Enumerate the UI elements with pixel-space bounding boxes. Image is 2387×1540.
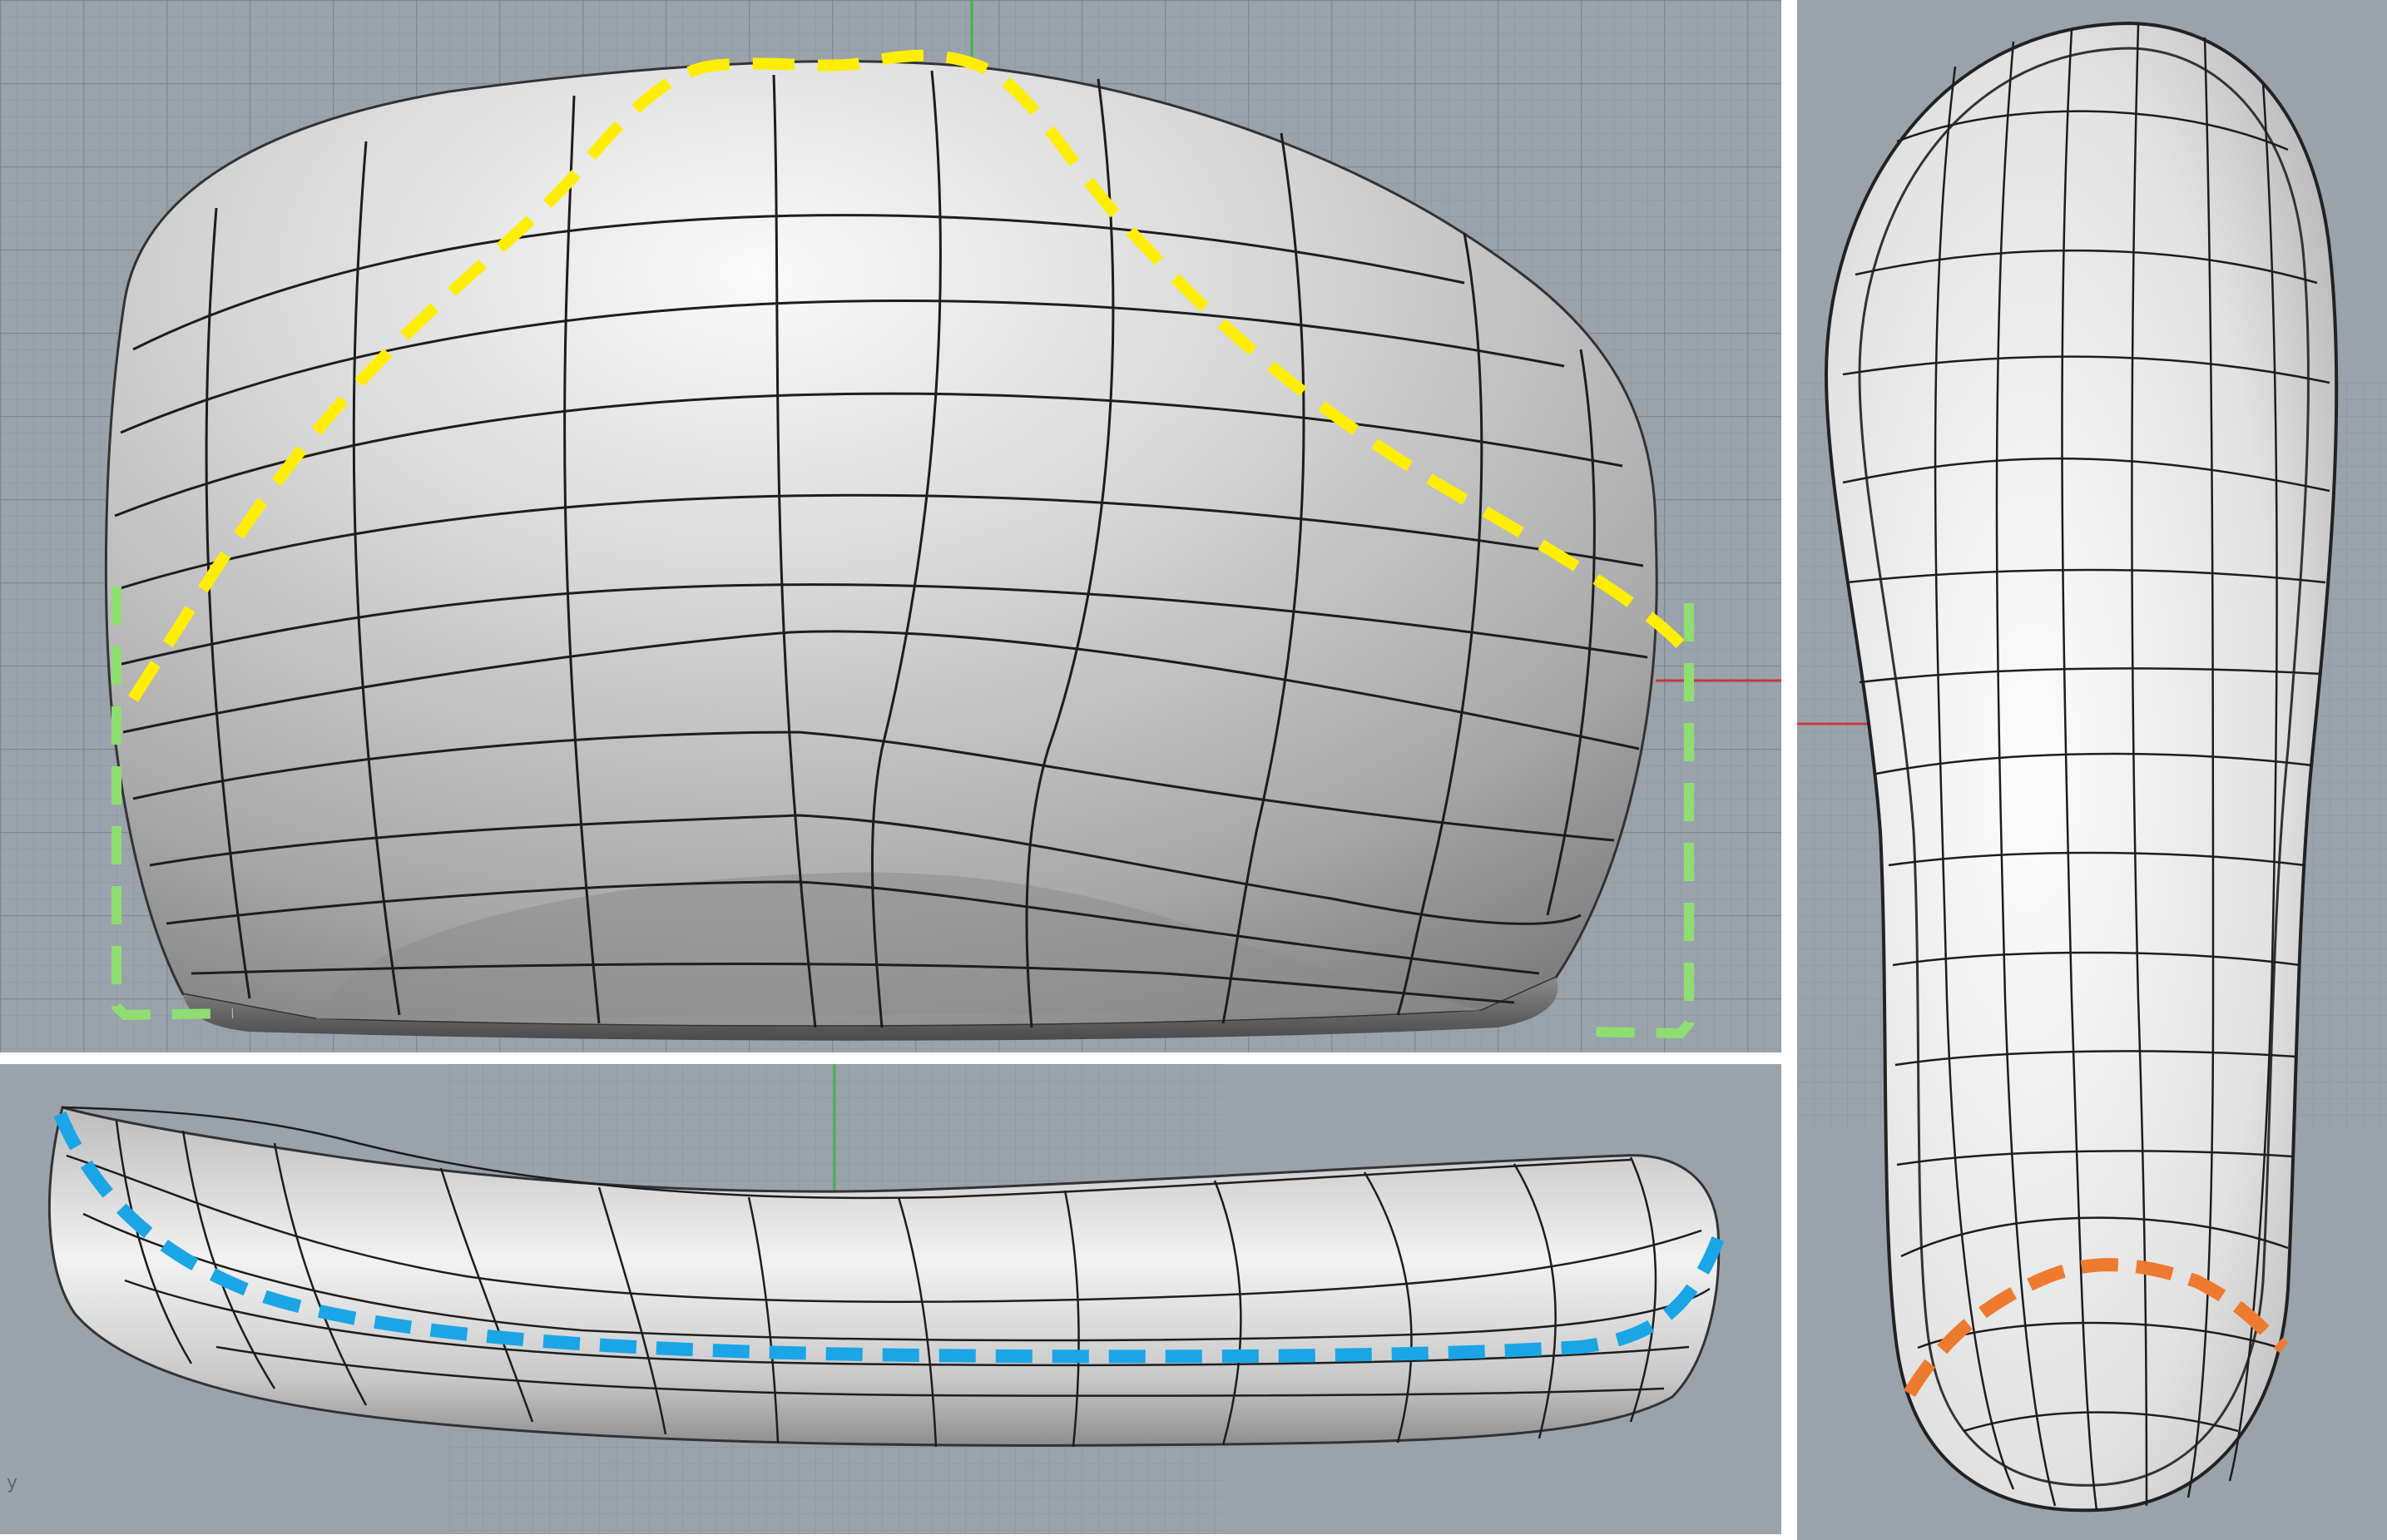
bottom-view-canvas — [1797, 21, 2387, 1513]
axis-label: y — [7, 1473, 17, 1493]
bottom-viewport[interactable] — [1797, 0, 2387, 1540]
side-view-canvas: y — [7, 1064, 1725, 1534]
front-view-canvas — [0, 0, 1781, 1052]
insole-shell-bottom — [1824, 21, 2339, 1513]
front-viewport[interactable] — [0, 0, 1781, 1052]
side-viewport[interactable]: y — [0, 1064, 1781, 1534]
insole-shell-front — [104, 60, 1658, 1041]
